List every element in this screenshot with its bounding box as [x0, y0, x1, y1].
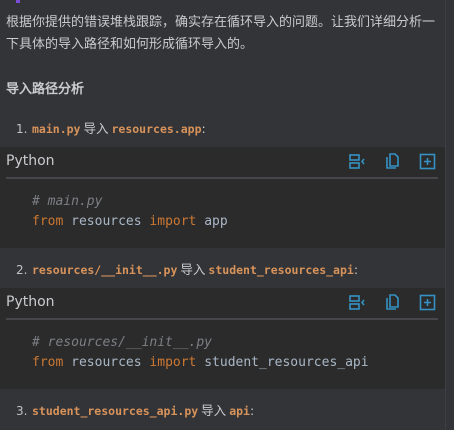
inline-code: resources/__init__.py	[32, 263, 178, 277]
colon: :	[201, 121, 206, 136]
new-file-icon[interactable]	[419, 153, 436, 170]
colon: :	[353, 262, 359, 277]
keyword-import: import	[149, 214, 197, 229]
message-marker	[16, 0, 20, 3]
list-text: 导入	[201, 403, 227, 418]
code-block: Python # resources/__init__.py from reso…	[0, 288, 446, 389]
list-number: 2.	[16, 263, 28, 277]
colon: :	[249, 403, 255, 418]
inline-code: resources.app	[111, 122, 202, 136]
inline-code: student_resources_api.py	[32, 404, 199, 418]
code-block: Python # main.py from resources import a…	[0, 147, 446, 248]
intro-text: 根据你提供的错误堆栈跟踪，确实存在循环导入的问题。让我们详细分析一下具体的导入路…	[6, 15, 436, 52]
scrollbar[interactable]	[445, 0, 454, 430]
new-file-icon[interactable]	[419, 294, 436, 311]
code-comment: # resources/__init__.py	[32, 335, 213, 350]
keyword-import: import	[149, 355, 197, 370]
list-item: 2. resources/__init__.py 导入 student_reso…	[16, 259, 358, 278]
list-number: 1.	[16, 122, 28, 136]
copy-icon[interactable]	[384, 294, 401, 311]
insert-at-caret-icon[interactable]	[349, 294, 366, 311]
code-content: # resources/__init__.py from resources i…	[32, 333, 369, 373]
keyword-from: from	[32, 355, 64, 370]
insert-at-caret-icon[interactable]	[349, 153, 366, 170]
list-number: 3.	[16, 404, 28, 418]
divider	[6, 318, 438, 320]
code-content: # main.py from resources import app	[32, 192, 228, 232]
list-text: 导入	[180, 262, 206, 277]
module-name: resources	[71, 214, 142, 229]
divider	[6, 177, 438, 179]
section-heading: 导入路径分析	[6, 82, 85, 97]
module-name: resources	[71, 355, 142, 370]
keyword-from: from	[32, 214, 64, 229]
list-item: 1. main.py 导入 resources.app :	[16, 118, 206, 137]
copy-icon[interactable]	[384, 153, 401, 170]
inline-code: main.py	[32, 122, 81, 136]
inline-code: api	[229, 404, 250, 418]
code-comment: # main.py	[32, 194, 103, 209]
inline-code: student_resources_api	[208, 263, 354, 277]
list-item: 3. student_resources_api.py 导入 api :	[16, 400, 254, 419]
code-language: Python	[6, 294, 55, 310]
import-name: student_resources_api	[204, 355, 369, 370]
import-name: app	[204, 214, 228, 229]
code-language: Python	[6, 153, 55, 169]
list-text: 导入	[83, 121, 109, 136]
